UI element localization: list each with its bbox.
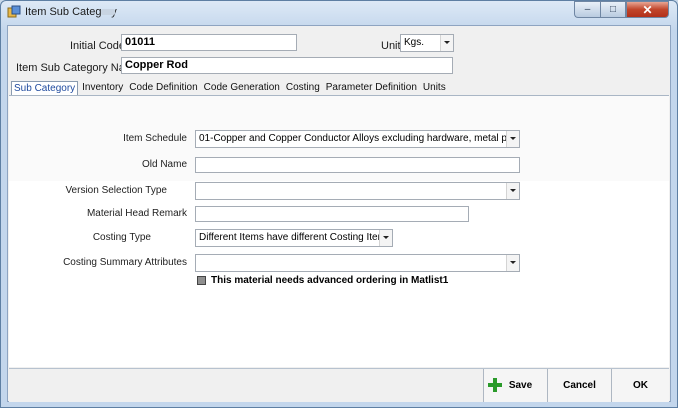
chevron-down-icon[interactable] — [440, 35, 453, 51]
button-bar: Save Cancel OK — [9, 368, 669, 402]
chevron-down-icon[interactable] — [379, 230, 392, 246]
save-label: Save — [508, 380, 533, 391]
minimize-icon: – — [584, 4, 591, 15]
material-head-remark-input[interactable] — [195, 206, 469, 222]
tab-inventory[interactable]: Inventory — [80, 81, 125, 95]
unit-label: Unit — [381, 40, 401, 52]
chevron-down-icon[interactable] — [506, 183, 519, 199]
minimize-button[interactable]: – — [574, 1, 600, 18]
old-name-label: Old Name — [141, 159, 187, 170]
costing-summary-attributes-select[interactable] — [195, 254, 520, 272]
item-schedule-select[interactable]: 01-Copper and Copper Conductor Alloys ex… — [195, 130, 520, 148]
material-head-remark-label: Material Head Remark — [86, 208, 187, 219]
maximize-icon: □ — [609, 4, 617, 15]
initial-code-label: Initial Code — [70, 40, 126, 52]
window: Item Sub Category – □ ✕ Initial Code 010… — [0, 0, 678, 408]
title-bar: Item Sub Category – □ ✕ — [1, 1, 677, 25]
tab-code-definition[interactable]: Code Definition — [127, 81, 199, 95]
sub-category-tab-page: Item Schedule 01-Copper and Copper Condu… — [9, 95, 669, 367]
initial-code-input[interactable]: 01011 — [121, 34, 297, 51]
tab-code-generation[interactable]: Code Generation — [202, 81, 282, 95]
tab-sub-category[interactable]: Sub Category — [11, 81, 79, 95]
unit-value: Kgs. — [404, 37, 425, 48]
app-icon — [7, 5, 21, 18]
ok-label: OK — [633, 380, 648, 391]
title-redaction — [101, 9, 115, 15]
costing-type-value: Different Items have different Costing I… — [199, 232, 391, 243]
cancel-label: Cancel — [563, 380, 596, 391]
maximize-button[interactable]: □ — [600, 1, 626, 18]
old-name-input[interactable] — [195, 157, 520, 173]
version-selection-type-select[interactable] — [195, 182, 520, 200]
advanced-ordering-checkbox[interactable] — [197, 276, 206, 285]
tab-costing[interactable]: Costing — [284, 81, 322, 95]
save-button[interactable]: Save — [483, 369, 547, 402]
tab-units[interactable]: Units — [421, 81, 448, 95]
chevron-down-icon[interactable] — [506, 131, 519, 147]
ok-button[interactable]: OK — [611, 369, 669, 402]
costing-type-select[interactable]: Different Items have different Costing I… — [195, 229, 393, 247]
advanced-ordering-label[interactable]: This material needs advanced ordering in… — [211, 275, 448, 286]
tab-parameter-definition[interactable]: Parameter Definition — [324, 81, 419, 95]
unit-select[interactable]: Kgs. — [400, 34, 454, 52]
tab-strip: Sub Category Inventory Code Definition C… — [11, 81, 450, 95]
close-button[interactable]: ✕ — [626, 1, 669, 18]
close-icon: ✕ — [642, 2, 653, 17]
costing-summary-attributes-label: Costing Summary Attributes — [63, 257, 187, 268]
plus-icon — [488, 378, 502, 392]
sub-category-name-input[interactable]: Copper Rod — [121, 57, 453, 74]
item-schedule-value: 01-Copper and Copper Conductor Alloys ex… — [199, 133, 520, 144]
costing-type-label: Costing Type — [92, 232, 151, 243]
client-area: Initial Code 01011 Unit Kgs. Item Sub Ca… — [7, 25, 671, 402]
version-selection-type-label: Version Selection Type — [65, 185, 167, 196]
cancel-button[interactable]: Cancel — [547, 369, 611, 402]
chevron-down-icon[interactable] — [506, 255, 519, 271]
item-schedule-label: Item Schedule — [123, 133, 187, 144]
